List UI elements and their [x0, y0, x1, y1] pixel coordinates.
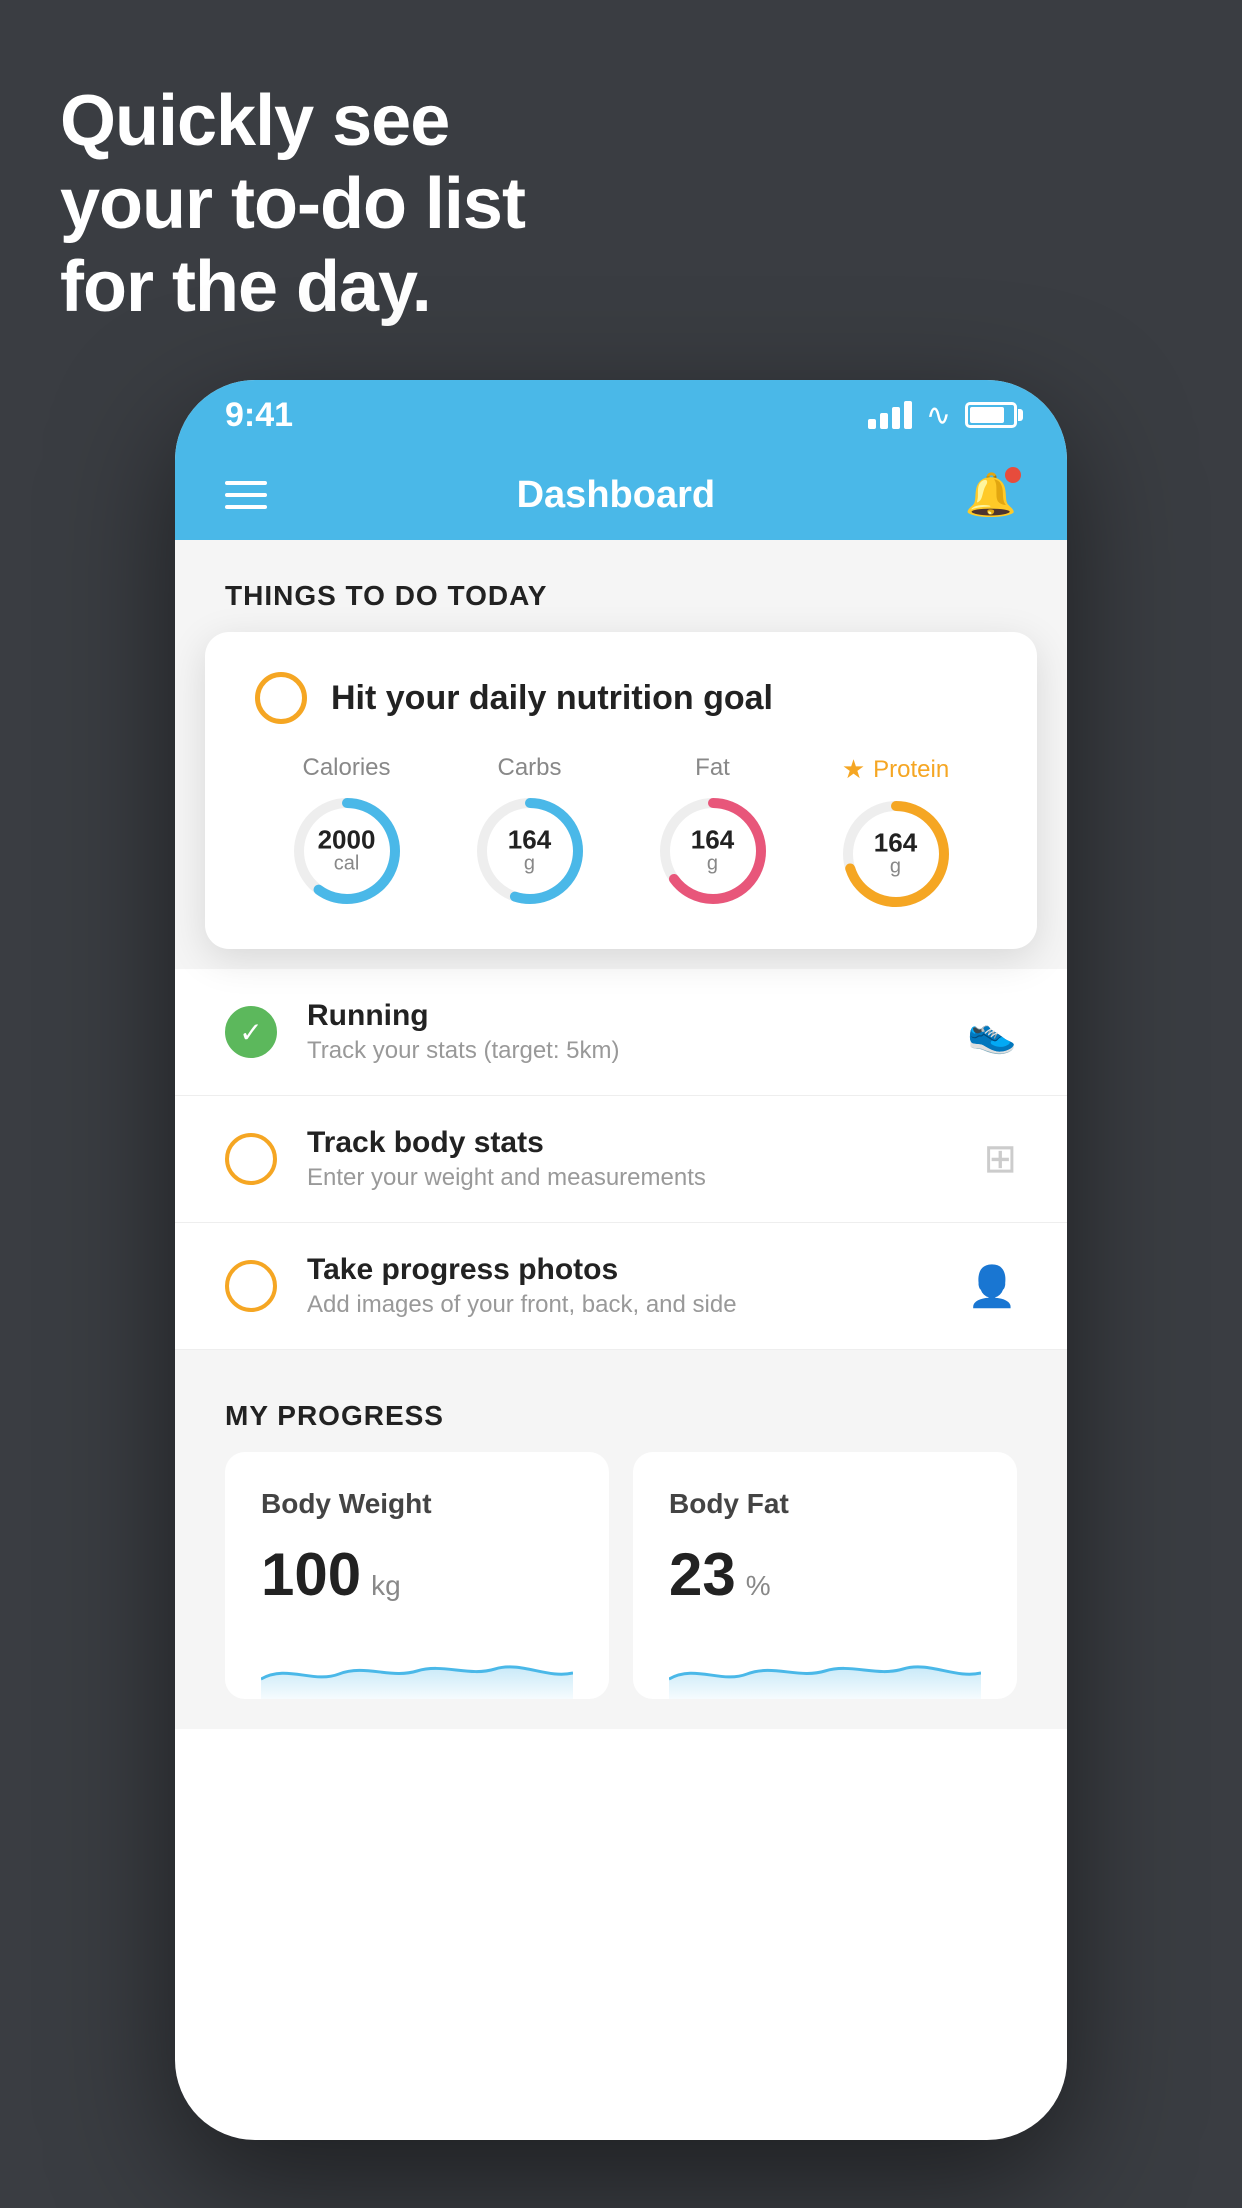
chart-area: [669, 1629, 981, 1699]
donut-chart: 164 g: [475, 796, 585, 906]
macro-item-protein: ★Protein 164 g: [841, 754, 951, 909]
todo-text: Track body stats Enter your weight and m…: [307, 1126, 953, 1192]
progress-cards: Body Weight 100 kg Body Fat 23 %: [225, 1452, 1017, 1699]
todo-icon: ⊞: [983, 1136, 1017, 1182]
menu-button[interactable]: [225, 481, 267, 509]
todo-item[interactable]: Track body stats Enter your weight and m…: [175, 1096, 1067, 1223]
notification-button[interactable]: 🔔: [965, 471, 1017, 520]
todo-list: ✓ Running Track your stats (target: 5km)…: [175, 969, 1067, 1350]
content-area: THINGS TO DO TODAY Hit your daily nutrit…: [175, 540, 1067, 1729]
status-icons: ∿: [868, 398, 1017, 433]
macro-label: Fat: [695, 754, 730, 782]
notification-badge: [1005, 467, 1021, 483]
phone-frame: 9:41 ∿ Dashboard 🔔 THINGS TO DO TODAY: [175, 380, 1067, 2140]
nutrition-circle: [255, 672, 307, 724]
donut-value: 164 g: [691, 827, 734, 876]
things-title: THINGS TO DO TODAY: [225, 580, 1017, 612]
todo-text: Take progress photos Add images of your …: [307, 1253, 937, 1319]
progress-number: 100: [261, 1540, 361, 1609]
wifi-icon: ∿: [926, 398, 951, 433]
nutrition-card[interactable]: Hit your daily nutrition goal Calories 2…: [205, 632, 1037, 949]
macro-item-carbs: Carbs 164 g: [475, 754, 585, 906]
progress-section: MY PROGRESS Body Weight 100 kg Body Fat: [175, 1350, 1067, 1729]
donut-chart: 164 g: [841, 799, 951, 909]
nutrition-title: Hit your daily nutrition goal: [331, 679, 773, 718]
todo-name: Track body stats: [307, 1126, 953, 1160]
status-bar: 9:41 ∿: [175, 380, 1067, 450]
todo-item[interactable]: ✓ Running Track your stats (target: 5km)…: [175, 969, 1067, 1096]
macro-item-fat: Fat 164 g: [658, 754, 768, 906]
progress-value: 100 kg: [261, 1540, 573, 1609]
progress-card[interactable]: Body Weight 100 kg: [225, 1452, 609, 1699]
todo-check-circle: [225, 1260, 277, 1312]
nav-bar: Dashboard 🔔: [175, 450, 1067, 540]
nutrition-header: Hit your daily nutrition goal: [255, 672, 987, 724]
progress-number: 23: [669, 1540, 736, 1609]
macro-label: ★Protein: [842, 754, 949, 785]
macros-row: Calories 2000 cal Carbs 164 g Fat: [255, 754, 987, 909]
hero-text: Quickly see your to-do list for the day.: [60, 80, 525, 328]
nav-title: Dashboard: [517, 474, 715, 517]
donut-value: 2000 cal: [318, 827, 376, 876]
progress-unit: %: [746, 1570, 771, 1602]
todo-sub: Add images of your front, back, and side: [307, 1291, 937, 1319]
todo-check-circle: ✓: [225, 1006, 277, 1058]
todo-icon: 👟: [967, 1009, 1017, 1056]
todo-item[interactable]: Take progress photos Add images of your …: [175, 1223, 1067, 1350]
todo-text: Running Track your stats (target: 5km): [307, 999, 937, 1065]
todo-sub: Track your stats (target: 5km): [307, 1037, 937, 1065]
macro-label: Carbs: [497, 754, 561, 782]
chart-area: [261, 1629, 573, 1699]
signal-icon: [868, 401, 912, 429]
donut-value: 164 g: [874, 830, 917, 879]
todo-name: Running: [307, 999, 937, 1033]
donut-chart: 164 g: [658, 796, 768, 906]
progress-unit: kg: [371, 1570, 401, 1602]
todo-icon: 👤: [967, 1263, 1017, 1310]
macro-item-calories: Calories 2000 cal: [292, 754, 402, 906]
status-time: 9:41: [225, 396, 293, 435]
todo-check-circle: [225, 1133, 277, 1185]
donut-value: 164 g: [508, 827, 551, 876]
progress-card[interactable]: Body Fat 23 %: [633, 1452, 1017, 1699]
todo-name: Take progress photos: [307, 1253, 937, 1287]
progress-title: MY PROGRESS: [225, 1400, 1017, 1432]
progress-card-title: Body Fat: [669, 1488, 981, 1520]
things-section: THINGS TO DO TODAY Hit your daily nutrit…: [175, 540, 1067, 969]
progress-value: 23 %: [669, 1540, 981, 1609]
progress-card-title: Body Weight: [261, 1488, 573, 1520]
macro-label: Calories: [302, 754, 390, 782]
donut-chart: 2000 cal: [292, 796, 402, 906]
todo-sub: Enter your weight and measurements: [307, 1164, 953, 1192]
battery-icon: [965, 402, 1017, 428]
